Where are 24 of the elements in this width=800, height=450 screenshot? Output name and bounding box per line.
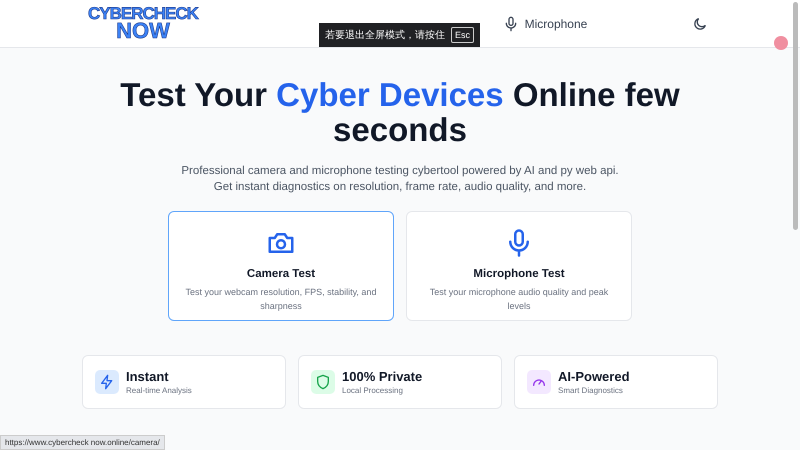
card-title: Camera Test [246, 268, 316, 280]
logo[interactable]: CYBERCHECK NOW [88, 6, 198, 42]
esc-key: Esc [450, 27, 474, 43]
card-description: Test your microphone audio quality and peak levels [428, 286, 610, 313]
card-title: Microphone Test [473, 268, 565, 280]
feature-subtitle: Smart Diagnostics [558, 386, 624, 396]
feature-title: Instant [126, 369, 170, 384]
scrollbar[interactable] [793, 2, 798, 230]
hero-title: Test Your Cyber Devices Online few seconds [119, 78, 681, 148]
lightning-icon [99, 374, 115, 390]
feature-subtitle: Real-time Analysis [126, 386, 192, 396]
microphone-icon [502, 16, 519, 32]
feature-title: 100% Private [342, 369, 422, 384]
moon-icon[interactable] [692, 16, 708, 32]
test-card[interactable]: Camera Test Test your webcam resolution, FPS, stability, and sharpness [168, 211, 394, 322]
hero-subtitle: Professional camera and microphone testing cybertool powered by AI and py web api. Get instant diagnostics on resolution, frame rate, audio quality, and more. [180, 164, 620, 196]
status-url: https://www.cybercheck now.online/camera/ [0, 435, 165, 450]
feature-title: AI-Powered [558, 369, 630, 384]
shield-icon [315, 374, 331, 390]
nav-link[interactable]: Microphone [502, 16, 588, 32]
test-card[interactable]: Microphone Test Test your microphone audio quality and peak levels [406, 211, 632, 322]
feature-subtitle: Local Processing [342, 386, 404, 396]
card-description: Test your webcam resolution, FPS, stability, and sharpness [184, 286, 378, 313]
toast-text: 若要退出全屏模式，请按住 [324, 28, 445, 42]
